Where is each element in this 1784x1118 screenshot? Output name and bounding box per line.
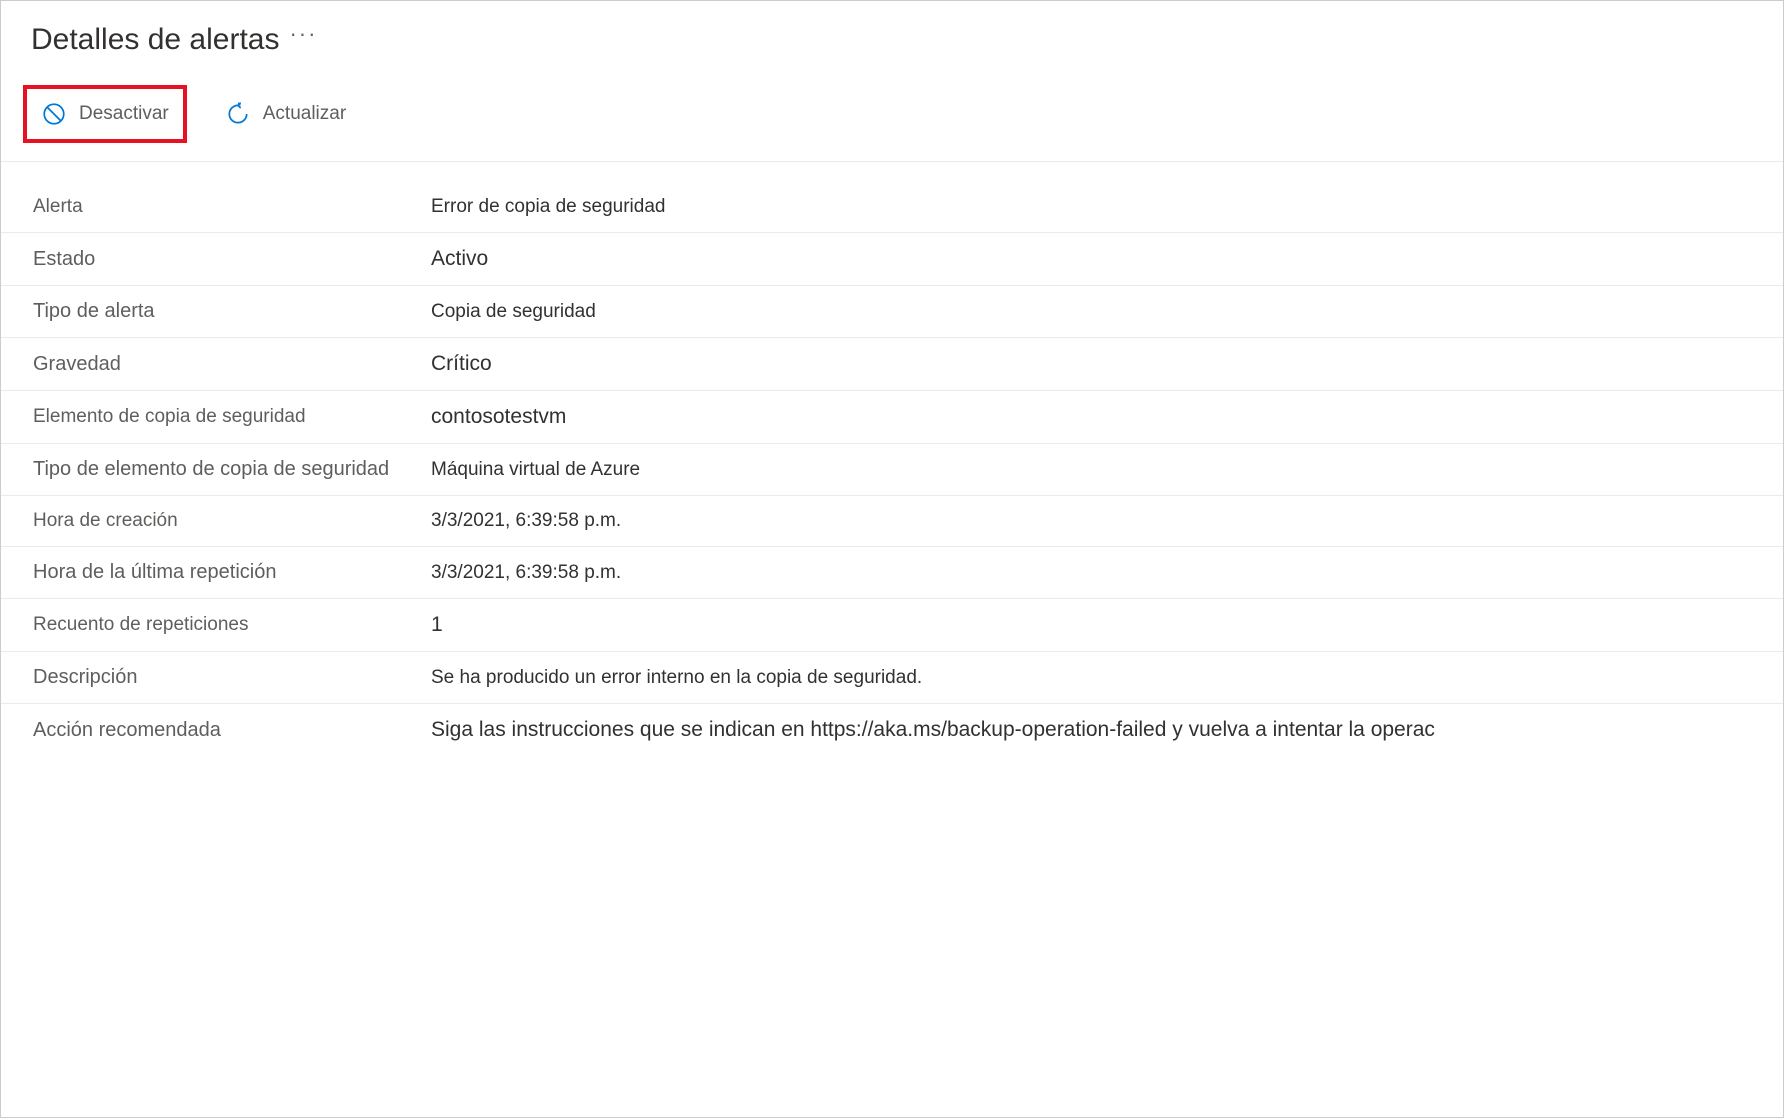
toolbar: Desactivar Actualizar (1, 67, 1783, 162)
detail-label-severity: Gravedad (1, 353, 421, 376)
detail-row-alert: Alerta Error de copia de seguridad (1, 182, 1783, 233)
detail-label-repeat-count: Recuento de repeticiones (1, 614, 421, 636)
detail-label-state: Estado (1, 248, 421, 271)
details-table: Alerta Error de copia de seguridad Estad… (1, 162, 1783, 756)
detail-row-repeat-count: Recuento de repeticiones 1 (1, 599, 1783, 652)
detail-value-alert-type: Copia de seguridad (421, 301, 596, 323)
detail-value-backup-item: contosotestvm (421, 405, 566, 429)
detail-value-severity: Crítico (421, 352, 492, 376)
detail-value-alert: Error de copia de seguridad (421, 196, 665, 218)
page-title: Detalles de alertas ··· (31, 23, 1753, 57)
detail-value-backup-item-type: Máquina virtual de Azure (421, 459, 640, 481)
detail-label-alert-type: Tipo de alerta (1, 300, 421, 323)
detail-value-repeat-count: 1 (421, 613, 443, 637)
detail-row-last-repeat: Hora de la última repetición 3/3/2021, 6… (1, 547, 1783, 599)
detail-label-alert: Alerta (1, 196, 421, 218)
detail-label-creation-time: Hora de creación (1, 510, 421, 532)
detail-value-recommended-action: Siga las instrucciones que se indican en… (421, 718, 1435, 742)
deactivate-button[interactable]: Desactivar (23, 85, 187, 143)
detail-row-alert-type: Tipo de alerta Copia de seguridad (1, 286, 1783, 338)
detail-value-state: Activo (421, 247, 488, 271)
refresh-icon (225, 101, 251, 127)
detail-value-creation-time: 3/3/2021, 6:39:58 p.m. (421, 510, 621, 532)
page-title-text: Detalles de alertas (31, 23, 279, 57)
detail-row-backup-item-type: Tipo de elemento de copia de seguridad M… (1, 444, 1783, 496)
detail-row-state: Estado Activo (1, 233, 1783, 286)
refresh-button[interactable]: Actualizar (215, 95, 356, 133)
detail-row-recommended-action: Acción recomendada Siga las instruccione… (1, 704, 1783, 756)
detail-label-last-repeat: Hora de la última repetición (1, 561, 421, 584)
refresh-button-label: Actualizar (263, 103, 346, 125)
block-icon (41, 101, 67, 127)
detail-label-backup-item-type: Tipo de elemento de copia de seguridad (1, 458, 421, 481)
detail-row-description: Descripción Se ha producido un error int… (1, 652, 1783, 704)
detail-row-severity: Gravedad Crítico (1, 338, 1783, 391)
page-header: Detalles de alertas ··· (1, 1, 1783, 67)
detail-label-backup-item: Elemento de copia de seguridad (1, 406, 421, 428)
detail-label-description: Descripción (1, 666, 421, 689)
detail-value-last-repeat: 3/3/2021, 6:39:58 p.m. (421, 562, 621, 584)
deactivate-button-label: Desactivar (79, 103, 169, 125)
detail-value-description: Se ha producido un error interno en la c… (421, 667, 922, 689)
detail-label-recommended-action: Acción recomendada (1, 719, 421, 742)
detail-row-creation-time: Hora de creación 3/3/2021, 6:39:58 p.m. (1, 496, 1783, 547)
detail-row-backup-item: Elemento de copia de seguridad contosote… (1, 391, 1783, 444)
more-icon[interactable]: ··· (289, 21, 317, 47)
